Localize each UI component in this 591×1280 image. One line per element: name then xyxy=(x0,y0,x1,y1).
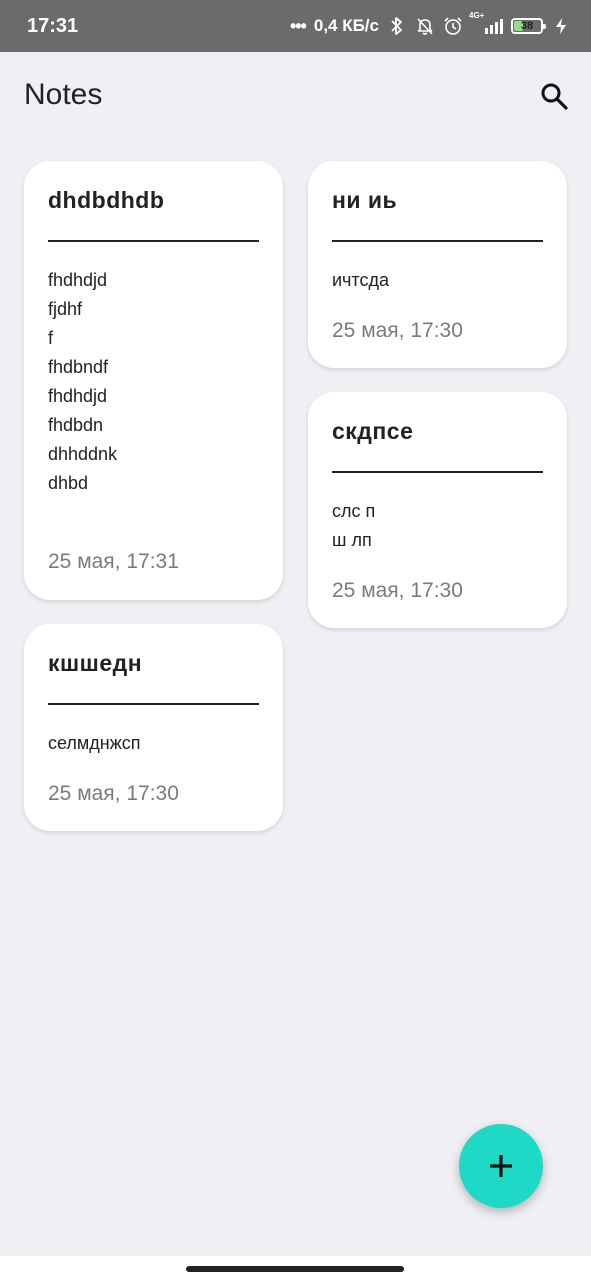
status-bar: 17:31 ••• 0,4 КБ/с 4G+ 38 xyxy=(0,0,591,52)
note-title: кшшедн xyxy=(48,650,143,676)
note-divider xyxy=(332,471,543,473)
note-divider xyxy=(48,240,259,242)
note-body: ичтсда xyxy=(332,270,389,290)
bluetooth-icon xyxy=(387,16,407,36)
network-speed: 0,4 КБ/с xyxy=(313,16,379,35)
note-divider xyxy=(332,240,543,242)
search-icon xyxy=(541,83,568,110)
note-date: 25 мая, 17:30 xyxy=(48,782,179,805)
alarm-icon xyxy=(443,16,463,36)
home-indicator[interactable] xyxy=(186,1266,404,1272)
plus-icon xyxy=(490,1155,512,1177)
note-title: dhdbdhdb xyxy=(48,187,165,213)
add-note-button[interactable] xyxy=(459,1124,543,1208)
signal-icon: 4G+ xyxy=(469,11,503,34)
note-card[interactable]: скдпсе слс п ш лп 25 мая, 17:30 xyxy=(308,392,567,628)
navigation-bar xyxy=(0,1256,591,1280)
status-icons: ••• 0,4 КБ/с 4G+ 38 xyxy=(289,11,571,37)
note-card[interactable]: кшшедн селмднжсп 25 мая, 17:30 xyxy=(24,624,283,831)
note-date: 25 мая, 17:31 xyxy=(48,550,179,573)
page-title: Notes xyxy=(24,78,103,111)
status-time: 17:31 xyxy=(27,14,79,37)
note-body: селмднжсп xyxy=(48,733,141,753)
note-date: 25 мая, 17:30 xyxy=(332,319,463,342)
note-date: 25 мая, 17:30 xyxy=(332,579,463,602)
note-divider xyxy=(48,703,259,705)
battery-level: 38 xyxy=(520,20,534,32)
bell-off-icon xyxy=(415,16,435,36)
note-title: скдпсе xyxy=(332,418,414,444)
search-button[interactable] xyxy=(536,78,572,114)
dots-icon: ••• xyxy=(289,15,307,36)
note-title: ни иь xyxy=(332,187,398,213)
note-body: слс п ш лп xyxy=(332,501,376,550)
battery-icon: 38 xyxy=(511,18,546,34)
signal-label: 4G+ xyxy=(469,10,485,20)
charging-icon xyxy=(551,16,571,36)
note-body: fhdhdjd fjdhf f fhdbndf fhdhdjd fhdbdn d… xyxy=(48,270,118,493)
note-card[interactable]: ни иь ичтсда 25 мая, 17:30 xyxy=(308,161,567,368)
note-card[interactable]: dhdbdhdb fhdhdjd fjdhf f fhdbndf fhdhdjd… xyxy=(24,161,283,600)
